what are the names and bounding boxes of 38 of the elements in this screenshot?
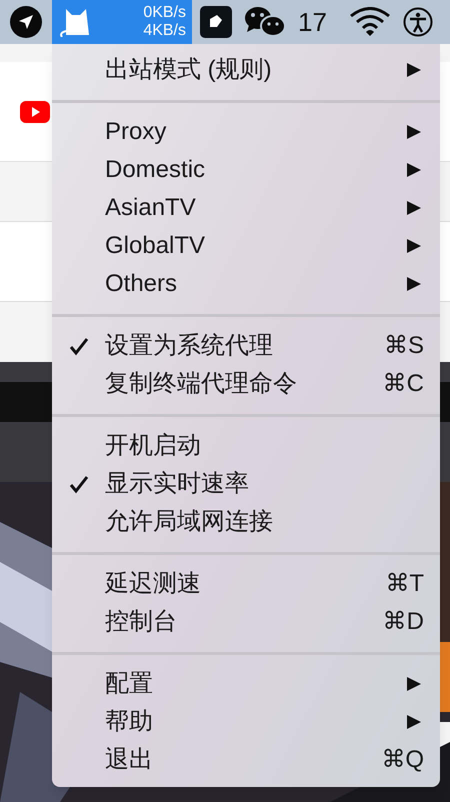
submenu-arrow-icon — [406, 238, 422, 254]
menu-item[interactable]: 出站模式 (规则) — [52, 51, 440, 89]
menu-item[interactable]: Domestic — [52, 151, 440, 189]
submenu-arrow-icon — [406, 676, 422, 692]
upload-speed: 0KB/s — [143, 4, 186, 22]
submenu-arrow-icon — [406, 62, 422, 78]
submenu-arrow-icon — [406, 124, 422, 140]
accessibility-icon[interactable] — [402, 7, 433, 37]
chat-bubbles-icon[interactable] — [244, 6, 286, 38]
menu-item[interactable]: AsianTV — [52, 189, 440, 227]
menu-item[interactable]: 退出 ⌘Q — [52, 741, 440, 779]
menu-item[interactable]: 配置 — [52, 665, 440, 703]
shortcut-label: ⌘C — [382, 369, 424, 399]
menu-item[interactable]: 显示实时速率 — [52, 465, 440, 503]
menu-item[interactable]: Proxy — [52, 113, 440, 151]
menu-item[interactable]: 设置为系统代理 ⌘S — [52, 327, 440, 365]
submenu-arrow-icon — [406, 162, 422, 178]
shortcut-label: ⌘T — [385, 569, 424, 599]
wifi-icon[interactable] — [348, 7, 391, 37]
menu-item[interactable]: 开机启动 — [52, 427, 440, 465]
submenu-arrow-icon — [406, 276, 422, 292]
shortcut-label: ⌘D — [382, 607, 424, 637]
shortcut-label: ⌘S — [384, 331, 424, 361]
count-label: 17 — [298, 6, 327, 38]
download-speed: 4KB/s — [143, 22, 186, 40]
menu-item[interactable]: 控制台 ⌘D — [52, 603, 440, 641]
note-app-icon[interactable] — [200, 6, 232, 38]
submenu-arrow-icon — [406, 714, 422, 730]
menu-item[interactable]: 延迟测速 ⌘T — [52, 565, 440, 603]
menu-item[interactable]: 复制终端代理命令 ⌘C — [52, 365, 440, 403]
menu-item[interactable]: GlobalTV — [52, 227, 440, 265]
menu-item[interactable]: 帮助 — [52, 703, 440, 741]
shortcut-label: ⌘Q — [381, 745, 424, 775]
clashx-status-item[interactable]: 0KB/s 4KB/s — [52, 0, 192, 44]
menu-item[interactable]: 允许局域网连接 — [52, 503, 440, 541]
menu-item[interactable]: Others — [52, 265, 440, 303]
play-logo-icon[interactable] — [20, 100, 50, 122]
submenu-arrow-icon — [406, 200, 422, 216]
